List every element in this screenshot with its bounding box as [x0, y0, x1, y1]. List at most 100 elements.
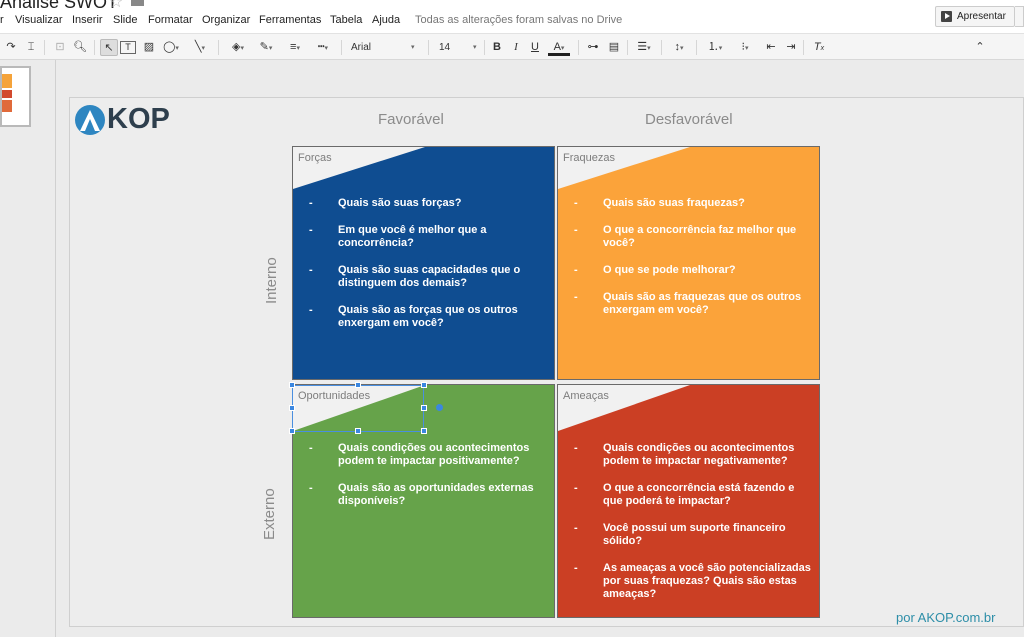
redo-icon[interactable]: ↷: [4, 39, 18, 56]
folder-icon[interactable]: [131, 0, 144, 6]
zoom-icon[interactable]: 🔍︎: [72, 39, 88, 56]
separator: [218, 40, 219, 55]
quadrant-fraquezas[interactable]: Fraquezas Quais são suas fraquezas? O qu…: [557, 146, 820, 380]
star-icon[interactable]: ☆: [109, 0, 123, 12]
present-button[interactable]: Apresentar: [935, 6, 1015, 27]
paint-format-icon[interactable]: ⌶: [24, 39, 38, 56]
list-item: O que a concorrência está fazendo e que …: [572, 482, 812, 508]
resize-handle[interactable]: [421, 382, 427, 388]
resize-handle[interactable]: [355, 382, 361, 388]
menu-item-organizar[interactable]: Organizar: [202, 14, 250, 26]
text-box-icon[interactable]: T: [120, 41, 136, 54]
menu-item-edit[interactable]: r: [0, 14, 4, 26]
quadrant-title: Fraquezas: [563, 152, 615, 164]
increase-indent-icon[interactable]: ⇥: [784, 39, 798, 56]
column-header-favoravel: Favorável: [378, 111, 444, 128]
collapse-toolbar-icon[interactable]: ⌃: [973, 39, 987, 56]
thumbnail-shape: [2, 74, 12, 88]
slide-thumbnails-panel: [0, 60, 56, 637]
selection-box[interactable]: [292, 385, 424, 432]
list-item: As ameaças a você são potencializadas po…: [572, 562, 812, 601]
bulleted-list-icon[interactable]: ⁝▾: [733, 39, 757, 56]
separator: [484, 40, 485, 55]
bold-button[interactable]: B: [490, 39, 504, 56]
play-icon: [941, 11, 952, 22]
list-item: O que se pode melhorar?: [572, 264, 812, 277]
underline-button[interactable]: U: [528, 39, 542, 56]
font-family-select[interactable]: Arial ▾: [351, 39, 421, 56]
quadrant-list: Quais condições ou acontecimentos podem …: [572, 442, 812, 615]
border-dash-icon[interactable]: ┅▾: [311, 39, 335, 56]
line-icon[interactable]: ╲▾: [189, 39, 211, 56]
toolbar: ↷ ⌶ ⊡ 🔍︎ ↖ T ▨ ◯▾ ╲▾ ◈▾ ✎▾ ≡▾ ┅▾ Arial ▾…: [0, 33, 1024, 60]
menu-item-inserir[interactable]: Inserir: [72, 14, 103, 26]
logo-text: KOP: [107, 103, 170, 135]
slide-thumbnail[interactable]: [0, 66, 31, 127]
menu-item-tabela[interactable]: Tabela: [330, 14, 362, 26]
border-color-icon[interactable]: ✎▾: [254, 39, 278, 56]
row-header-interno: Interno: [263, 257, 280, 304]
shape-icon[interactable]: ◯▾: [160, 39, 182, 56]
thumbnail-shape: [2, 90, 12, 98]
font-size-value: 14: [439, 42, 451, 53]
resize-handle[interactable]: [289, 428, 295, 434]
align-icon[interactable]: ☰▾: [632, 39, 656, 56]
document-title[interactable]: Análise SWOT: [0, 0, 118, 13]
resize-handle[interactable]: [355, 428, 361, 434]
menu-item-visualizar[interactable]: Visualizar: [15, 14, 63, 26]
separator: [341, 40, 342, 55]
separator: [578, 40, 579, 55]
line-spacing-icon[interactable]: ↕▾: [667, 39, 691, 56]
numbered-list-icon[interactable]: ⒈▾: [703, 39, 727, 56]
separator: [94, 40, 95, 55]
separator: [803, 40, 804, 55]
quadrant-ameacas[interactable]: Ameaças Quais condições ou acontecimento…: [557, 384, 820, 618]
separator: [44, 40, 45, 55]
thumbnail-shape: [2, 100, 12, 112]
quadrant-list: Quais são suas forças? Em que você é mel…: [307, 197, 547, 344]
logo: KOP: [75, 103, 175, 137]
list-item: Você possui um suporte financeiro sólido…: [572, 522, 812, 548]
clear-format-label: T: [813, 41, 821, 53]
list-item: O que a concorrência faz melhor que você…: [572, 224, 812, 250]
select-cursor-icon[interactable]: ↖: [100, 39, 118, 56]
separator: [428, 40, 429, 55]
image-icon[interactable]: ▨: [141, 39, 157, 56]
list-item: Quais são as fraquezas que os outros enx…: [572, 291, 812, 317]
resize-handle[interactable]: [289, 382, 295, 388]
menu-item-ajuda[interactable]: Ajuda: [372, 14, 400, 26]
text-color-button[interactable]: A▾: [548, 39, 570, 56]
logo-icon: [75, 105, 105, 135]
chevron-down-icon: ▾: [473, 44, 477, 51]
resize-handle[interactable]: [421, 405, 427, 411]
quadrant-forcas[interactable]: Forças Quais são suas forças? Em que voc…: [292, 146, 555, 380]
link-icon[interactable]: ⊶: [585, 39, 601, 56]
separator: [661, 40, 662, 55]
resize-handle[interactable]: [421, 428, 427, 434]
clear-formatting-icon[interactable]: Tx: [812, 39, 826, 56]
rotate-handle[interactable]: [436, 404, 443, 411]
menu-item-formatar[interactable]: Formatar: [148, 14, 193, 26]
menu-item-slide[interactable]: Slide: [113, 14, 137, 26]
quadrant-list: Quais são suas fraquezas? O que a concor…: [572, 197, 812, 331]
list-item: Quais condições ou acontecimentos podem …: [572, 442, 812, 468]
chevron-down-icon: ▾: [411, 44, 415, 51]
resize-handle[interactable]: [289, 405, 295, 411]
text-color-label: A: [553, 41, 561, 53]
column-header-desfavoravel: Desfavorável: [645, 111, 733, 128]
present-dropdown-button[interactable]: [1015, 6, 1024, 27]
italic-button[interactable]: I: [509, 39, 523, 56]
font-family-value: Arial: [351, 42, 372, 53]
font-size-select[interactable]: 14 ▾: [439, 39, 481, 56]
border-weight-icon[interactable]: ≡▾: [283, 39, 307, 56]
decrease-indent-icon[interactable]: ⇤: [764, 39, 778, 56]
row-header-externo: Externo: [261, 488, 278, 540]
quadrant-list: Quais condições ou acontecimentos podem …: [307, 442, 547, 522]
comment-icon[interactable]: ▤: [606, 39, 622, 56]
save-status[interactable]: Todas as alterações foram salvas no Driv…: [415, 14, 622, 26]
menu-item-ferramentas[interactable]: Ferramentas: [259, 14, 321, 26]
fill-color-icon[interactable]: ◈▾: [226, 39, 250, 56]
zoom-fit-icon[interactable]: ⊡: [52, 39, 68, 56]
footer-link[interactable]: por AKOP.com.br: [896, 610, 995, 625]
list-item: Quais são as forças que os outros enxerg…: [307, 304, 547, 330]
